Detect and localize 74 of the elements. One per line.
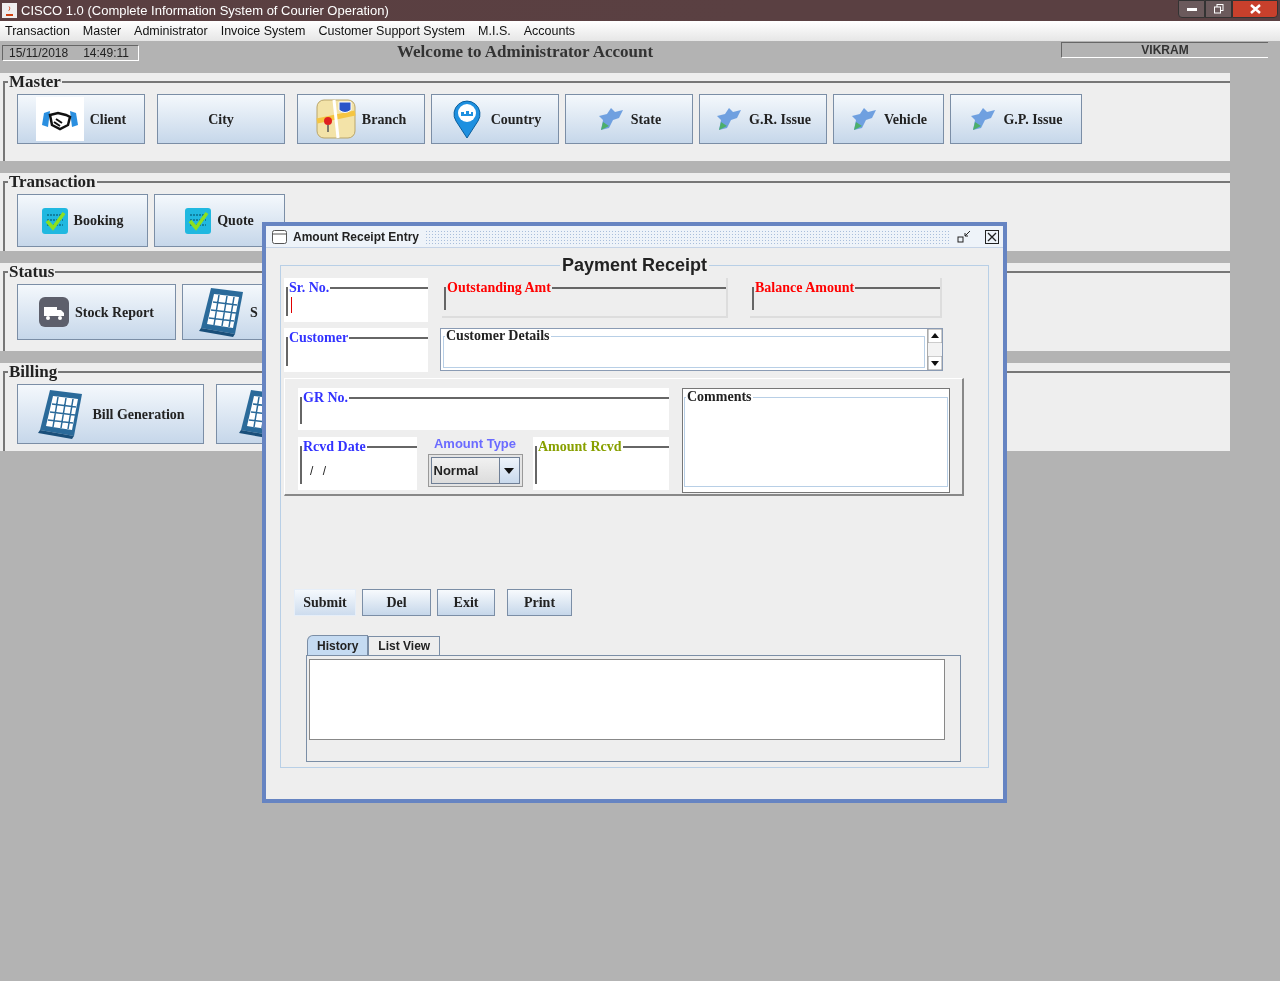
scroll-up-icon[interactable]	[928, 329, 942, 343]
gr-no-field[interactable]: GR No.	[298, 388, 669, 430]
section-button[interactable]: G.R. Issue	[699, 94, 827, 144]
checklist-icon	[185, 207, 212, 234]
field-label: Amount Rcvd	[537, 440, 623, 454]
section-button[interactable]: Quote	[154, 194, 285, 247]
field-label: Rcvd Date	[302, 440, 367, 454]
map-icon	[315, 99, 356, 139]
section-title: Billing	[8, 364, 59, 380]
restore-button[interactable]	[1205, 0, 1232, 18]
menu-item[interactable]: M.I.S.	[478, 21, 511, 41]
section-button[interactable]: City	[157, 94, 285, 144]
checklist-icon	[41, 207, 68, 234]
welcome-text: Welcome to Administrator Account	[397, 41, 654, 64]
section-button[interactable]: Client	[17, 94, 145, 144]
sr-no-field[interactable]: Sr. No.	[284, 278, 428, 322]
menu-item[interactable]: Invoice System	[220, 21, 306, 41]
menu-item[interactable]: Accounts	[523, 21, 576, 41]
restore-icon	[1213, 4, 1224, 14]
field-label: Amount Type	[433, 437, 517, 451]
app-icon	[2, 3, 17, 18]
menu-item[interactable]: Master	[82, 21, 122, 41]
action-button[interactable]: Print	[507, 589, 572, 616]
window-title: CISCO 1.0 (Complete Information System of Courier Operation)	[21, 1, 389, 20]
scroll-down-icon[interactable]	[928, 356, 942, 370]
close-icon[interactable]	[985, 229, 999, 244]
time-label: 14:49:11	[83, 44, 129, 62]
section-button[interactable]: Stock Report	[17, 284, 176, 340]
date-label: 15/11/2018	[9, 44, 69, 62]
field-label: Balance Amount	[754, 281, 856, 295]
action-button[interactable]: Exit	[437, 589, 495, 616]
field-label: Outstanding Amt	[446, 281, 552, 295]
window-icon	[272, 229, 287, 244]
field-label: GR No.	[302, 391, 350, 405]
close-icon	[1249, 4, 1261, 14]
section-button[interactable]: Bill Generation	[17, 384, 204, 444]
action-button[interactable]: Del	[362, 589, 431, 616]
section-button[interactable]: Branch	[297, 94, 425, 144]
minimize-button[interactable]	[1178, 0, 1205, 18]
dropdown-value: Normal	[433, 461, 480, 480]
truck-icon	[39, 297, 70, 327]
section-button[interactable]: G.P. Issue	[950, 94, 1082, 144]
customer-field[interactable]: Customer	[284, 328, 428, 372]
field-label: Comments	[686, 390, 753, 404]
map-shape-icon	[715, 106, 744, 132]
rcvd-date-field[interactable]: Rcvd Date / /	[298, 437, 417, 490]
close-button[interactable]	[1232, 0, 1278, 18]
section-button[interactable]: Country	[431, 94, 559, 144]
amount-type-dropdown[interactable]: Normal	[427, 454, 523, 487]
dropdown-caret-icon[interactable]	[504, 467, 514, 474]
date-value: / /	[310, 463, 330, 480]
customer-details-box[interactable]: Customer Details	[440, 328, 943, 371]
field-label: Customer Details	[445, 329, 551, 343]
section-title: Master	[8, 74, 62, 90]
menu-item[interactable]: Transaction	[5, 21, 70, 41]
section-button[interactable]: State	[565, 94, 693, 144]
user-name-label: VIKRAM	[1061, 42, 1268, 58]
comments-box[interactable]: Comments	[682, 388, 950, 493]
menu-item[interactable]: Administrator	[134, 21, 208, 41]
dialog-title: Amount Receipt Entry	[293, 228, 419, 246]
section-button[interactable]: Booking	[17, 194, 148, 247]
minimize-icon	[1186, 7, 1197, 11]
section-title: Transaction	[8, 174, 97, 190]
menu-item[interactable]: Customer Support System	[318, 21, 466, 41]
handshake-icon	[35, 97, 84, 141]
tab[interactable]: List View	[368, 636, 441, 655]
action-button[interactable]: Submit	[294, 589, 356, 616]
section-title: Status	[8, 264, 56, 280]
section-button[interactable]: Vehicle	[833, 94, 944, 144]
tab[interactable]: History	[307, 635, 369, 655]
restore-icon[interactable]	[957, 229, 971, 244]
form-heading: Payment Receipt	[560, 256, 709, 274]
scrollbar[interactable]	[927, 329, 942, 370]
map-shape-icon	[969, 106, 998, 132]
